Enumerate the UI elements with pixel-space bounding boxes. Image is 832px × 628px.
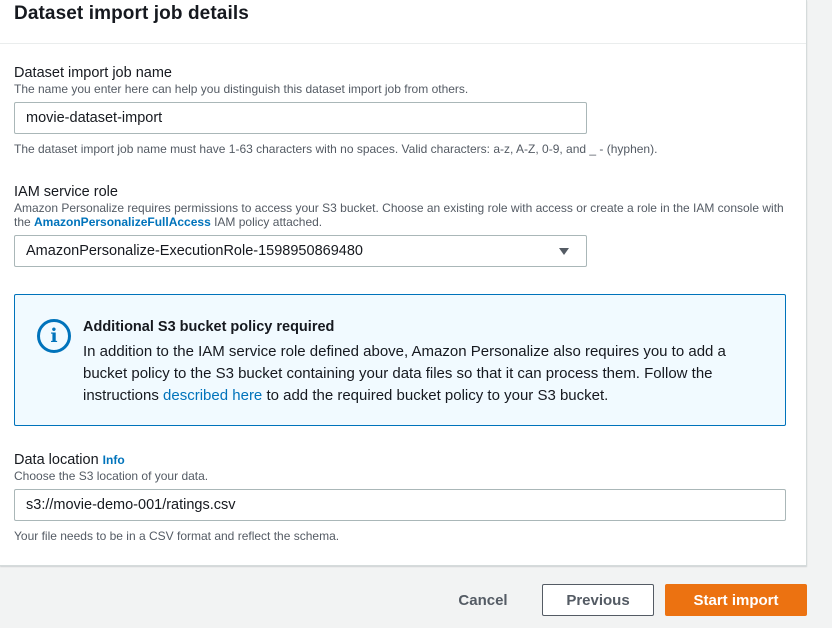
job-name-constraint: The dataset import job name must have 1-…: [14, 142, 658, 156]
job-name-value: movie-dataset-import: [26, 110, 163, 126]
alert-body-tail: to add the required bucket policy to you…: [262, 387, 609, 404]
data-location-constraint: Your file needs to be in a CSV format an…: [14, 529, 340, 543]
cancel-button[interactable]: Cancel: [448, 584, 518, 616]
panel-title: Dataset import job details: [14, 2, 249, 24]
bucket-policy-alert: i Additional S3 bucket policy required I…: [14, 294, 786, 426]
iam-role-description-tail: IAM policy attached.: [210, 215, 323, 229]
data-location-field: Data location Info Choose the S3 locatio…: [14, 451, 786, 543]
alert-body: In addition to the IAM service role defi…: [83, 341, 773, 407]
info-icon: i: [37, 319, 71, 353]
data-location-input[interactable]: s3://movie-demo-001/ratings.csv: [14, 489, 786, 521]
policy-link[interactable]: AmazonPersonalizeFullAccess: [34, 215, 211, 229]
job-name-description: The name you enter here can help you dis…: [14, 82, 469, 96]
iam-role-select[interactable]: AmazonPersonalize-ExecutionRole-15989508…: [14, 235, 587, 267]
described-here-link[interactable]: described here: [163, 387, 262, 404]
job-name-input[interactable]: movie-dataset-import: [14, 102, 587, 134]
start-import-button[interactable]: Start import: [665, 584, 807, 616]
caret-down-icon: [559, 247, 569, 255]
iam-role-selected: AmazonPersonalize-ExecutionRole-15989508…: [26, 243, 363, 259]
job-name-label: Dataset import job name: [14, 65, 172, 81]
data-location-label: Data location: [14, 452, 99, 468]
iam-role-description: Amazon Personalize requires permissions …: [14, 201, 786, 229]
iam-role-label: IAM service role: [14, 184, 118, 200]
iam-role-field: IAM service role Amazon Personalize requ…: [14, 183, 786, 267]
panel-header: Dataset import job details: [0, 0, 806, 44]
data-location-label-row: Data location Info: [14, 451, 786, 469]
dataset-import-panel: Dataset import job details Dataset impor…: [0, 0, 807, 566]
previous-button[interactable]: Previous: [542, 584, 654, 616]
data-location-description: Choose the S3 location of your data.: [14, 469, 209, 483]
info-link[interactable]: Info: [103, 453, 125, 467]
data-location-value: s3://movie-demo-001/ratings.csv: [26, 497, 236, 513]
alert-title: Additional S3 bucket policy required: [83, 319, 335, 335]
job-name-field: Dataset import job name The name you ent…: [14, 64, 786, 156]
